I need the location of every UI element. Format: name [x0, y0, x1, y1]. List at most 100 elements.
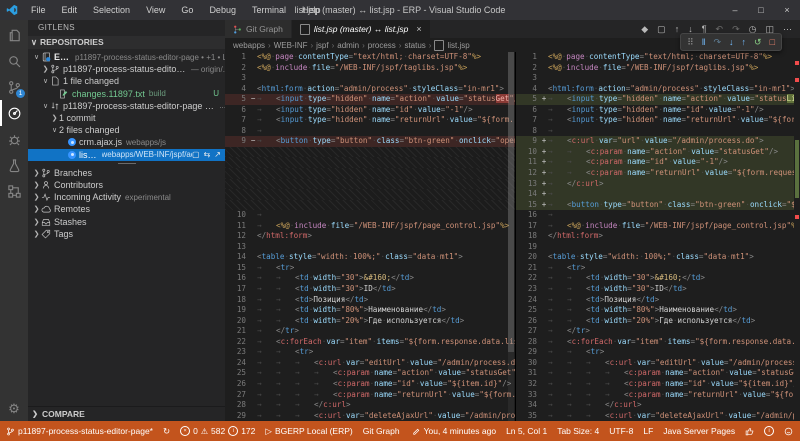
code-line-14[interactable]: 14 <table·style="width:·100%;"·class="da… — [225, 252, 515, 263]
eol-item[interactable]: LF — [643, 426, 653, 436]
code-line-26[interactable]: 26 →→<td·width="20%">Где·используется</t… — [516, 316, 800, 327]
code-line-29[interactable]: 29 →→<tr> — [516, 347, 800, 358]
encoding-item[interactable]: UTF-8 — [609, 426, 633, 436]
code-line-22[interactable]: 22 →→<td·width="30">&#160;</td> — [516, 273, 800, 284]
code-line-5[interactable]: 5 − →<input·type="hidden"·name="action"·… — [225, 94, 515, 105]
code-line-12[interactable]: 12 </html:form> — [225, 231, 515, 242]
code-line-15[interactable]: 15 →<tr> — [225, 263, 515, 274]
menu-item-terminal[interactable]: Terminal — [245, 3, 293, 17]
code-line-26[interactable]: 26 →→→→<c:param·name="id"·value="${item.… — [225, 379, 515, 390]
language-mode-item[interactable]: Java Server Pages — [663, 426, 735, 436]
menu-item-file[interactable]: File — [24, 3, 53, 17]
menu-item-view[interactable]: View — [139, 3, 172, 17]
code-line-14[interactable]: 14 + → — [516, 189, 800, 200]
branch-status-item[interactable]: p11897-process-status-editor-page* — [6, 426, 153, 436]
tab-git-graph[interactable]: Git Graph — [225, 20, 292, 38]
sync-status-item[interactable]: ↻ — [163, 426, 170, 437]
diff-original-pane[interactable]: 1 <%@·page·contentType="text/html;·chars… — [225, 52, 516, 421]
tree-item-branches[interactable]: ❯ Branches — [28, 167, 225, 179]
activity-source-control[interactable]: 1 — [0, 74, 28, 100]
activity-gitlens[interactable] — [0, 100, 28, 126]
code-line-4[interactable]: 4 <html:form·action="admin/process"·styl… — [225, 84, 515, 95]
breadcrumb-item[interactable]: admin — [337, 41, 359, 50]
tree-item-2-files-changed[interactable]: ∨ 2 files changed — [28, 124, 225, 136]
tree-item-tags[interactable]: ❯ Tags — [28, 228, 225, 240]
code-line-31[interactable]: 31 →→→→<c:param·name="action"·value="sta… — [516, 368, 800, 379]
code-line-2[interactable]: 2 <%@·include·file="/WEB-INF/jspf/taglib… — [225, 63, 515, 74]
tree-item-changes-11897-txt[interactable]: changes.11897.txt build U — [28, 88, 225, 100]
previous-change-icon[interactable]: ↑ — [675, 24, 680, 34]
code-line-7[interactable]: 7 →<input·type="hidden"·name="returnUrl"… — [516, 115, 800, 126]
tree-item-incoming-activity[interactable]: ❯ Incoming Activity experimental — [28, 191, 225, 203]
tab-diff[interactable]: list.jsp (master) ↔ list.jsp × — [292, 20, 431, 38]
activity-testing[interactable] — [0, 152, 28, 178]
overview-ruler[interactable] — [794, 52, 800, 421]
blame-status-item[interactable]: You, 4 minutes ago — [412, 426, 496, 436]
diff-modified-pane[interactable]: 1 <%@·page·contentType="text/html;·chars… — [516, 52, 800, 421]
menu-item-edit[interactable]: Edit — [55, 3, 85, 17]
tree-action-icon[interactable]: ↗ — [214, 150, 221, 159]
cursor-position-item[interactable]: Ln 5, Col 1 — [506, 426, 547, 436]
minimize-button[interactable]: – — [722, 0, 748, 20]
debug-step-into-icon[interactable]: ↓ — [729, 37, 734, 47]
code-line-9[interactable]: 9 − →<button·type="button"·class="btn-gr… — [225, 136, 515, 147]
problems-status-item[interactable]: ×0 ⚠582 i172 — [180, 426, 255, 436]
code-line-20[interactable]: 20 →→<td·width="20%">Где·используется</t… — [225, 316, 515, 327]
code-line-1[interactable]: 1 <%@·page·contentType="text/html;·chars… — [225, 52, 515, 63]
tree-item-list-jsp[interactable]: list.jsp webapps/WEB-INF/jspf/admin/pr..… — [28, 149, 225, 161]
code-line-5[interactable]: 5 + →<input·type="hidden"·name="action"·… — [516, 94, 800, 105]
git-graph-status-item[interactable]: Git Graph — [363, 426, 400, 436]
code-line-12[interactable]: 12 + →→<c:param·name="returnUrl"·value="… — [516, 168, 800, 179]
tree-item-contributors[interactable]: ❯ Contributors — [28, 179, 225, 191]
code-line-34[interactable]: 34 →→→</c:url> — [516, 400, 800, 411]
code-line-17[interactable]: 17 →<%@·include·file="/WEB-INF/jspf/page… — [516, 221, 800, 232]
code-line-3[interactable]: 3 — [516, 73, 800, 84]
feedback-thumb-icon[interactable] — [745, 427, 754, 436]
code-line-24[interactable]: 24 →→→<c:url·var="editUrl"·value="/admin… — [225, 358, 515, 369]
activity-run-debug[interactable] — [0, 126, 28, 152]
info-circle-icon[interactable]: i — [764, 426, 774, 436]
code-line-11[interactable]: 11 →<%@·include·file="/WEB-INF/jspf/page… — [225, 221, 515, 232]
code-line-16[interactable]: 16 → — [516, 210, 800, 221]
code-line-28[interactable]: 28 →<c:forEach·var="item"·items="${form.… — [516, 337, 800, 348]
debug-stop-icon[interactable]: □ — [770, 37, 775, 47]
maximize-button[interactable]: □ — [748, 0, 774, 20]
code-line-21[interactable]: 21 →</tr> — [225, 326, 515, 337]
code-line-4[interactable]: 4 <html:form·action="admin/process"·styl… — [516, 84, 800, 95]
menu-item-debug[interactable]: Debug — [202, 3, 243, 17]
code-line-30[interactable]: 30 →→→<c:url·var="editUrl"·value="/admin… — [516, 358, 800, 369]
code-line-23[interactable]: 23 →→<tr> — [225, 347, 515, 358]
code-line-29[interactable]: 29 →→→<c:url·var="deleteAjaxUrl"·value="… — [225, 411, 515, 421]
code-line-20[interactable]: 20 <table·style="width:·100%;"·class="da… — [516, 252, 800, 263]
code-line-22[interactable]: 22 →<c:forEach·var="item"·items="${form.… — [225, 337, 515, 348]
tree-item-1-commit[interactable]: ❯ 1 commit — [28, 112, 225, 124]
tree-item-p11897-process-status-editor-page-working[interactable]: ∨ p11897-process-status-editor-page (wor… — [28, 100, 225, 112]
tree-item-erp[interactable]: ∨ ERP p11897-process-status-editor-page … — [28, 51, 225, 63]
code-line-2[interactable]: 2 <%@·include·file="/WEB-INF/jspf/taglib… — [516, 63, 800, 74]
activity-git-graph[interactable] — [0, 178, 28, 204]
code-line-10[interactable]: 10 → — [225, 210, 515, 221]
activity-explorer[interactable] — [0, 22, 28, 48]
code-line-1[interactable]: 1 <%@·page·contentType="text/html;·chars… — [516, 52, 800, 63]
code-line-19[interactable]: 19 — [516, 242, 800, 253]
code-line-35[interactable]: 35 →→→<c:url·var="deleteAjaxUrl"·value="… — [516, 411, 800, 421]
menu-item-selection[interactable]: Selection — [86, 3, 137, 17]
code-line-9[interactable]: 9 + →<c:url·var="url"·value="/admin/proc… — [516, 136, 800, 147]
tree-action-icon[interactable]: ⇆ — [204, 150, 211, 159]
compare-section-header[interactable]: ❯ COMPARE — [28, 406, 225, 421]
tree-item-crm-ajax-js[interactable]: crm.ajax.js webapps/js — [28, 136, 225, 148]
code-line-25[interactable]: 25 →→→→<c:param·name="action"·value="sta… — [225, 368, 515, 379]
code-line-33[interactable]: 33 →→→→<c:param·name="returnUrl"·value="… — [516, 390, 800, 401]
tab-size-item[interactable]: Tab Size: 4 — [557, 426, 599, 436]
code-line-13[interactable]: 13 — [225, 242, 515, 253]
close-button[interactable]: × — [774, 0, 800, 20]
tree-item-p11897-process-status-editor-page[interactable]: ❯ p11897-process-status-editor-page — or… — [28, 63, 225, 75]
tree-action-icon[interactable]: ▢ — [192, 150, 200, 159]
code-line-18[interactable]: 18 </html:form> — [516, 231, 800, 242]
debug-step-out-icon[interactable]: ↑ — [742, 37, 747, 47]
code-line-7[interactable]: 7 →<input·type="hidden"·name="returnUrl"… — [225, 115, 515, 126]
tree-item-stashes[interactable]: ❯ Stashes — [28, 215, 225, 227]
close-tab-icon[interactable]: × — [416, 24, 421, 34]
menu-item-go[interactable]: Go — [174, 3, 200, 17]
debug-pause-icon[interactable]: ‖ — [702, 37, 706, 47]
